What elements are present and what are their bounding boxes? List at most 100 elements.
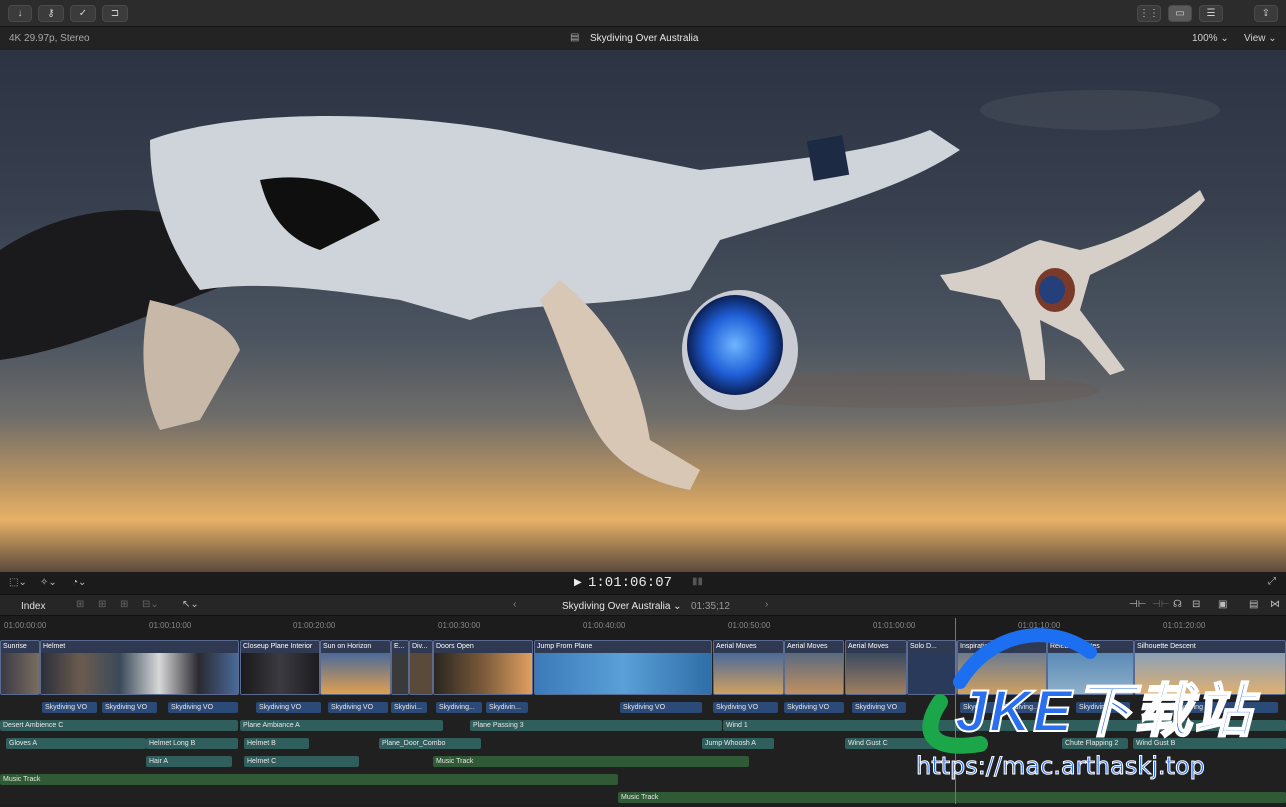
video-clip[interactable]: E...: [391, 640, 409, 695]
audio-clip[interactable]: Hair A: [146, 756, 232, 767]
clip-label: Jump From Plane: [537, 643, 593, 650]
index-button[interactable]: Index: [21, 601, 45, 612]
audio-clip[interactable]: Helmet B: [244, 738, 309, 749]
snapping-icon[interactable]: ⊟: [1192, 599, 1200, 610]
inspector-icon[interactable]: ☰: [1199, 5, 1223, 22]
clip-label: Sun on Horizon: [323, 643, 372, 650]
audio-clip[interactable]: Wind 1: [723, 720, 1286, 731]
share-icon[interactable]: ⇪: [1254, 5, 1278, 22]
view-dropdown[interactable]: View ⌄: [1244, 33, 1277, 44]
clip-appearance-icon[interactable]: ▣: [1218, 599, 1227, 610]
voiceover-clip[interactable]: Skydiving VO: [168, 702, 238, 713]
zoom-label: 100%: [1192, 33, 1218, 44]
video-clip[interactable]: Aerial Moves: [713, 640, 784, 695]
project-name: Skydiving Over Australia: [562, 601, 671, 612]
clip-label: Helmet: [43, 643, 66, 650]
video-clip[interactable]: Inspiration: [957, 640, 1047, 695]
viewer-header: 4K 29.97p, Stereo ▤ Skydiving Over Austr…: [0, 27, 1286, 50]
ruler-tick: 01:01:10:00: [1018, 621, 1061, 630]
timeline-header: Index ⊞ ⊞ ⊞ ⊟⌄ ↖⌄ ‹ Skydiving Over Austr…: [0, 594, 1286, 616]
voiceover-clip[interactable]: Skydiving...: [436, 702, 482, 713]
effects-browser-icon[interactable]: ▤: [1249, 599, 1258, 610]
voiceover-clip[interactable]: Skydivi...: [391, 702, 427, 713]
solo-icon[interactable]: ☊: [1173, 599, 1182, 610]
music-clip[interactable]: Music Track: [618, 792, 1286, 803]
overwrite-clip-icon[interactable]: ⊟⌄: [142, 599, 159, 610]
video-clip[interactable]: Aerial Moves: [784, 640, 844, 695]
video-clip[interactable]: Aerial Moves: [845, 640, 907, 695]
voiceover-clip[interactable]: Skydiving VO: [784, 702, 844, 713]
zoom-dropdown[interactable]: 100% ⌄: [1192, 33, 1229, 44]
retime-icon[interactable]: ◔⌄: [72, 577, 86, 588]
timeline-view-icon[interactable]: ▭: [1168, 5, 1192, 22]
transitions-browser-icon[interactable]: ⋈: [1270, 599, 1280, 610]
import-icon[interactable]: ↓: [8, 5, 32, 22]
audio-clip[interactable]: Plane_Door_Combo: [379, 738, 481, 749]
forward-arrow-icon[interactable]: ›: [765, 599, 768, 610]
music-clip[interactable]: Music Track: [433, 756, 749, 767]
voiceover-clip[interactable]: Skydiving: [1170, 702, 1278, 713]
voiceover-clip[interactable]: Skydiving VO: [620, 702, 702, 713]
voiceover-clip[interactable]: Skydiving...: [1000, 702, 1044, 713]
video-viewer[interactable]: [0, 50, 1286, 572]
ruler-tick: 01:01:00:00: [873, 621, 916, 630]
play-icon[interactable]: ▶: [574, 577, 582, 588]
viewer-controls: ⬚⌄ ✧⌄ ◔⌄ ▶ 1:01:06:07 ▮▮ ⤢: [0, 572, 1286, 594]
keywords-icon[interactable]: ⚷: [38, 5, 64, 22]
video-clip[interactable]: Helmet: [40, 640, 239, 695]
voiceover-clip[interactable]: Skydiving VO: [713, 702, 778, 713]
video-clip[interactable]: Sun on Horizon: [320, 640, 391, 695]
voiceover-clip[interactable]: Skydiving VO: [328, 702, 388, 713]
connect-clip-icon[interactable]: ⊞: [76, 599, 84, 610]
video-clip[interactable]: Jump From Plane: [534, 640, 712, 695]
select-tool-icon[interactable]: ↖⌄: [182, 599, 199, 610]
music-clip[interactable]: Music Track: [0, 774, 618, 785]
enhance-icon[interactable]: ✧⌄: [40, 577, 57, 588]
voiceover-clip[interactable]: Skydiving VO: [42, 702, 97, 713]
clip-label: Solo D...: [910, 643, 937, 650]
audio-clip[interactable]: Helmet Long B: [146, 738, 238, 749]
video-clip[interactable]: Solo D...: [907, 640, 957, 695]
audio-clip[interactable]: Gloves A: [6, 738, 146, 749]
ruler-tick: 01:00:40:00: [583, 621, 626, 630]
project-name-dropdown[interactable]: Skydiving Over Australia ⌄: [562, 601, 682, 612]
video-clip[interactable]: Silhouette Descent: [1134, 640, 1286, 695]
audio-clip[interactable]: Jump Whoosh A: [702, 738, 774, 749]
skimming-icon[interactable]: ⊣⊢: [1129, 599, 1146, 610]
clip-label: Inspiration: [960, 643, 993, 650]
insert-clip-icon[interactable]: ⊞: [98, 599, 106, 610]
back-arrow-icon[interactable]: ‹: [513, 599, 516, 610]
append-clip-icon[interactable]: ⊞: [120, 599, 128, 610]
audio-clip[interactable]: Wind Gust C: [845, 738, 945, 749]
audio-clip[interactable]: Chute Flapping 2: [1062, 738, 1128, 749]
main-toolbar: ↓ ⚷ ✓ ⊐ ⋮⋮ ▭ ☰ ⇪: [0, 0, 1286, 27]
video-clip[interactable]: Sunrise: [0, 640, 40, 695]
audio-skimming-icon[interactable]: ⊣⊢: [1152, 599, 1169, 610]
audio-clip[interactable]: Plane Passing 3: [470, 720, 722, 731]
voiceover-clip[interactable]: Skydiving VO: [102, 702, 157, 713]
video-clip[interactable]: Div...: [409, 640, 433, 695]
playhead[interactable]: [955, 618, 956, 640]
video-clip[interactable]: Release Chutes: [1047, 640, 1134, 695]
fullscreen-icon[interactable]: ⤢: [1268, 576, 1276, 587]
timeline-ruler[interactable]: 01:00:00:00 01:00:10:00 01:00:20:00 01:0…: [0, 616, 1286, 640]
voiceover-clip[interactable]: Skydiving VO: [1076, 702, 1130, 713]
audio-clip[interactable]: Wind Gust B: [1133, 738, 1286, 749]
voiceover-clip[interactable]: Skydivin...: [486, 702, 528, 713]
audio-clip[interactable]: Plane Ambiance A: [240, 720, 443, 731]
audio-clip[interactable]: Helmet C: [244, 756, 359, 767]
voiceover-clip[interactable]: Skydi...: [960, 702, 996, 713]
audio-clip[interactable]: Desert Ambience C: [0, 720, 238, 731]
clip-label: Closeup Plane Interior: [243, 643, 313, 650]
video-clip[interactable]: Closeup Plane Interior: [240, 640, 320, 695]
share-clip-icon[interactable]: ⊐: [102, 5, 128, 22]
video-clip[interactable]: Doors Open: [433, 640, 533, 695]
transform-icon[interactable]: ⬚⌄: [9, 577, 27, 588]
voiceover-clip[interactable]: Skydiving VO: [256, 702, 321, 713]
browser-grid-icon[interactable]: ⋮⋮: [1137, 5, 1161, 22]
ruler-tick: 01:00:20:00: [293, 621, 336, 630]
voiceover-clip[interactable]: Skydiving VO: [852, 702, 906, 713]
ruler-tick: 01:00:10:00: [149, 621, 192, 630]
timecode-display[interactable]: 1:01:06:07: [588, 575, 672, 591]
background-tasks-icon[interactable]: ✓: [70, 5, 96, 22]
